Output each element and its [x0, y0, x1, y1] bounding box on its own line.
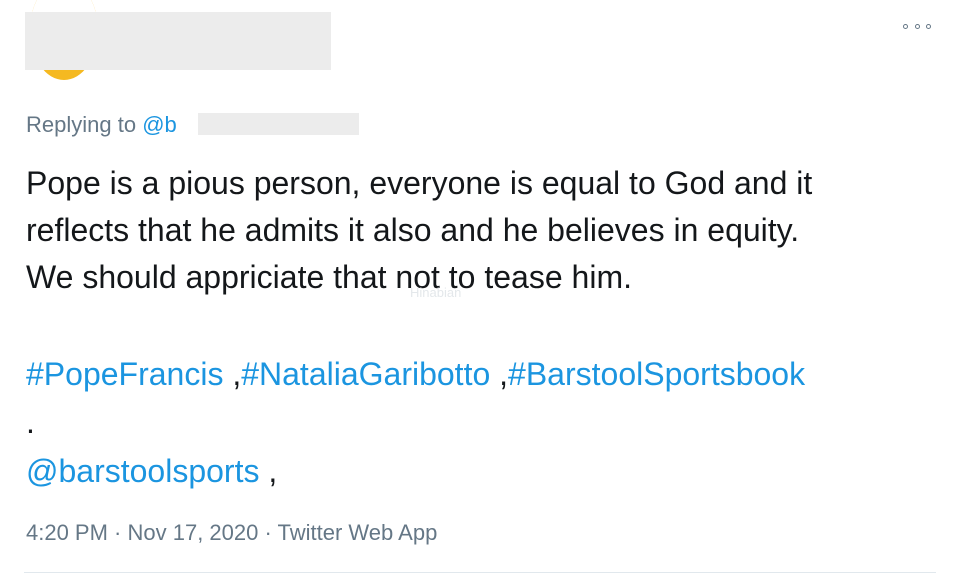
- tweet-metadata: 4:20 PM · Nov 17, 2020 · Twitter Web App: [26, 519, 437, 547]
- tweet-line: Pope is a pious person, everyone is equa…: [26, 165, 813, 201]
- dot-text: .: [26, 404, 35, 440]
- tweet-time[interactable]: 4:20 PM: [26, 520, 108, 545]
- hashtag-line: #PopeFrancis ,#NataliaGaribotto ,#Barsto…: [26, 352, 805, 396]
- hashtag-nataliagaribotto[interactable]: #NataliaGaribotto: [241, 356, 490, 392]
- separator: ,: [490, 356, 509, 392]
- hashtag-popefrancis[interactable]: #PopeFrancis: [26, 356, 223, 392]
- watermark: Hinabian: [410, 285, 462, 300]
- meta-separator: ·: [258, 520, 278, 545]
- more-options-icon[interactable]: [903, 20, 931, 32]
- hashtag-barstoolsportsbook[interactable]: #BarstoolSportsbook: [508, 356, 805, 392]
- more-dot: [903, 23, 908, 29]
- mention-suffix: ,: [259, 453, 278, 489]
- replying-handle-link[interactable]: @b: [142, 112, 177, 137]
- mention-barstoolsports[interactable]: @barstoolsports: [26, 453, 259, 489]
- tweet-line: We should appriciate that not to tease h…: [26, 259, 632, 295]
- meta-separator: ·: [107, 520, 128, 545]
- separator: ,: [223, 356, 242, 392]
- more-dot: [914, 23, 920, 29]
- redacted-user-name: [25, 12, 331, 70]
- divider: [24, 572, 936, 573]
- mention-line: @barstoolsports ,: [26, 449, 277, 493]
- replying-prefix: Replying to: [26, 112, 143, 137]
- replying-to: Replying to @b: [26, 112, 177, 138]
- tweet-source[interactable]: Twitter Web App: [278, 520, 438, 545]
- tweet-line: reflects that he admits it also and he b…: [26, 212, 800, 248]
- more-dot: [926, 23, 931, 29]
- redacted-handle: [198, 113, 359, 135]
- tweet-date[interactable]: Nov 17, 2020: [128, 520, 259, 545]
- tweet-body: Pope is a pious person, everyone is equa…: [26, 160, 951, 301]
